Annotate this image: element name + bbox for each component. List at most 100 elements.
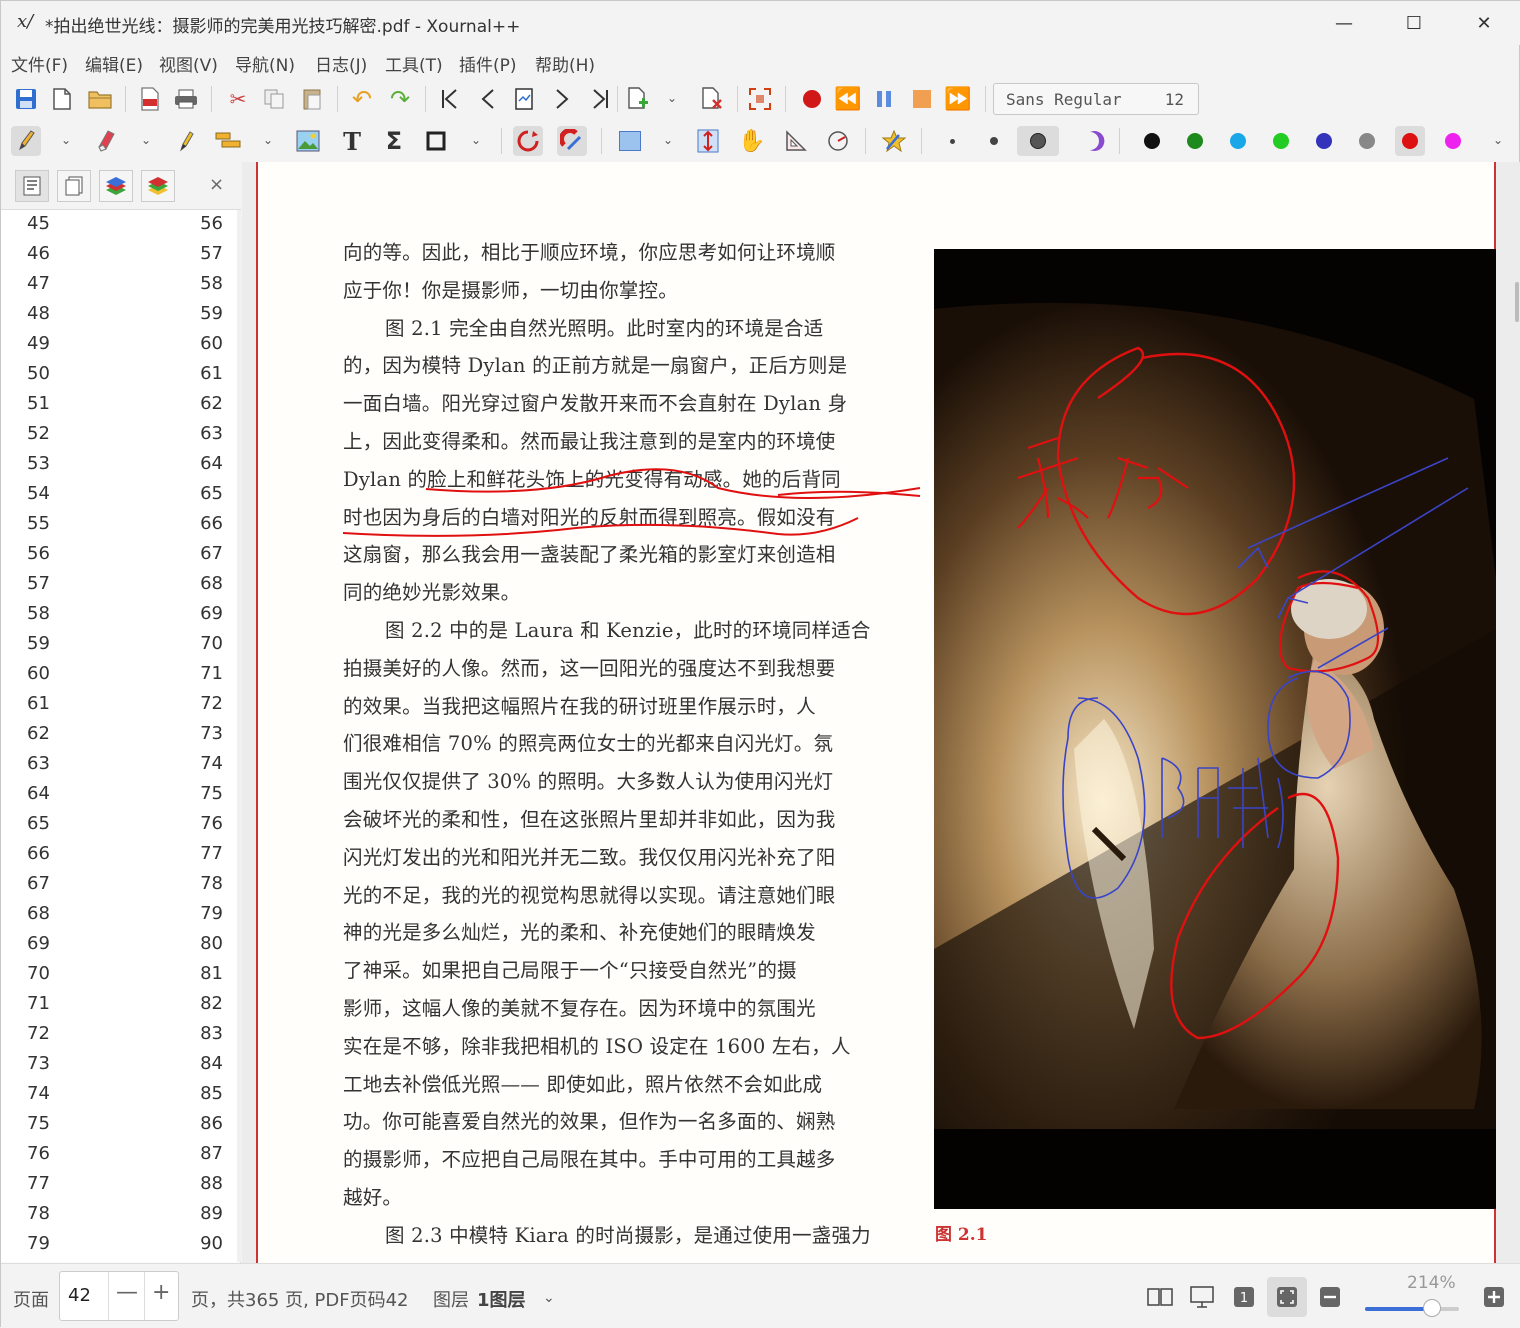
shape-rectangle-icon[interactable] xyxy=(421,126,451,156)
index-row[interactable]: 51 62 xyxy=(1,390,237,420)
zoom-slider[interactable] xyxy=(1365,1299,1459,1317)
redo-icon[interactable]: ↷ xyxy=(385,84,415,114)
chevron-down-icon[interactable]: ⌄ xyxy=(139,130,153,150)
paste-icon[interactable] xyxy=(297,84,327,114)
chevron-down-icon[interactable]: ⌄ xyxy=(261,130,275,150)
print-icon[interactable] xyxy=(171,84,201,114)
sidebar-scrollbar[interactable] xyxy=(237,210,241,1262)
color-swatch[interactable] xyxy=(1352,126,1382,156)
math-tex-icon[interactable]: Σ xyxy=(379,126,409,156)
save-icon[interactable] xyxy=(11,84,41,114)
index-row[interactable]: 56 67 xyxy=(1,540,237,570)
index-row[interactable]: 71 82 xyxy=(1,990,237,1020)
menu-file[interactable]: 文件(F) xyxy=(11,51,68,76)
image-icon[interactable] xyxy=(293,126,323,156)
select-rectangle-icon[interactable] xyxy=(615,126,645,156)
index-row[interactable]: 49 60 xyxy=(1,330,237,360)
chevron-down-icon[interactable]: ⌄ xyxy=(1491,130,1505,150)
presentation-icon[interactable] xyxy=(1187,1282,1217,1312)
chevron-down-icon[interactable]: ⌄ xyxy=(59,130,73,150)
eraser-icon[interactable] xyxy=(91,126,121,156)
chevron-down-icon[interactable]: ⌄ xyxy=(469,130,483,150)
index-row[interactable]: 62 73 xyxy=(1,720,237,750)
pen-icon[interactable] xyxy=(11,126,41,156)
next-page-icon[interactable] xyxy=(547,84,577,114)
page-increment-button[interactable]: + xyxy=(152,1280,170,1305)
index-row[interactable]: 52 63 xyxy=(1,420,237,450)
fast-forward-icon[interactable]: ⏩ xyxy=(943,84,973,114)
index-row[interactable]: 60 71 xyxy=(1,660,237,690)
layer-dropdown-icon[interactable]: ⌄ xyxy=(543,1290,555,1306)
insert-page-icon[interactable] xyxy=(623,84,653,114)
index-row[interactable]: 66 77 xyxy=(1,840,237,870)
index-row[interactable]: 79 90 xyxy=(1,1230,237,1260)
font-selector[interactable]: Sans Regular 12 xyxy=(993,83,1199,115)
goto-page-icon[interactable] xyxy=(509,84,539,114)
index-row[interactable]: 73 84 xyxy=(1,1050,237,1080)
zoom-slider-knob[interactable] xyxy=(1422,1299,1441,1317)
zoom-fit-icon[interactable] xyxy=(1267,1277,1307,1317)
index-row[interactable]: 54 65 xyxy=(1,480,237,510)
index-row[interactable]: 55 66 xyxy=(1,510,237,540)
index-row[interactable]: 76 87 xyxy=(1,1140,237,1170)
index-row[interactable]: 58 69 xyxy=(1,600,237,630)
color-swatch[interactable] xyxy=(1395,126,1425,156)
document-view[interactable]: 向的等。因此，相比于顺应环境，你应思考如何让环境顺 应于你！你是摄影师，一切由你掌… xyxy=(242,162,1520,1263)
menu-edit[interactable]: 编辑(E) xyxy=(85,51,143,76)
menu-tools[interactable]: 工具(T) xyxy=(385,51,443,76)
menu-navigation[interactable]: 导航(N) xyxy=(235,51,295,76)
color-swatch[interactable] xyxy=(1137,126,1167,156)
highlighter-icon[interactable] xyxy=(171,126,201,156)
page-number-spinner[interactable]: 42 — + xyxy=(59,1271,179,1321)
chevron-down-icon[interactable]: ⌄ xyxy=(665,88,679,108)
color-swatch[interactable] xyxy=(1180,126,1210,156)
chevron-down-icon[interactable]: ⌄ xyxy=(661,130,675,150)
cut-icon[interactable]: ✂ xyxy=(223,84,253,114)
export-pdf-icon[interactable] xyxy=(135,84,165,114)
index-row[interactable]: 78 89 xyxy=(1,1200,237,1230)
index-row[interactable]: 45 56 xyxy=(1,210,237,240)
index-row[interactable]: 47 58 xyxy=(1,270,237,300)
set-square-icon[interactable] xyxy=(781,126,811,156)
menu-plugin[interactable]: 插件(P) xyxy=(459,51,517,76)
index-row[interactable]: 50 61 xyxy=(1,360,237,390)
index-row[interactable]: 75 86 xyxy=(1,1110,237,1140)
index-row[interactable]: 59 70 xyxy=(1,630,237,660)
delete-page-icon[interactable] xyxy=(697,84,727,114)
last-page-icon[interactable] xyxy=(585,84,615,114)
pdf-page[interactable]: 向的等。因此，相比于顺应环境，你应思考如何让环境顺 应于你！你是摄影师，一切由你掌… xyxy=(256,162,1496,1263)
hand-icon[interactable]: ✋ xyxy=(737,126,767,156)
fine-thickness-icon[interactable] xyxy=(937,126,967,156)
fill-icon[interactable] xyxy=(1079,126,1109,156)
index-row[interactable]: 64 75 xyxy=(1,780,237,810)
stop-icon[interactable] xyxy=(907,84,937,114)
index-row[interactable]: 65 76 xyxy=(1,810,237,840)
index-row[interactable]: 53 64 xyxy=(1,450,237,480)
index-row[interactable]: 77 88 xyxy=(1,1170,237,1200)
pause-icon[interactable] xyxy=(869,84,899,114)
index-row[interactable]: 72 83 xyxy=(1,1020,237,1050)
page-index-icon[interactable] xyxy=(15,170,49,202)
index-row[interactable]: 74 85 xyxy=(1,1080,237,1110)
copy-icon[interactable] xyxy=(259,84,289,114)
index-row[interactable]: 68 79 xyxy=(1,900,237,930)
color-swatch[interactable] xyxy=(1223,126,1253,156)
page-preview-icon[interactable] xyxy=(57,170,91,202)
menu-journal[interactable]: 日志(J) xyxy=(315,51,367,76)
zoom-in-icon[interactable] xyxy=(1479,1282,1509,1312)
sidebar-close-button[interactable]: × xyxy=(209,174,224,195)
close-button[interactable]: ✕ xyxy=(1461,9,1507,39)
color-swatch[interactable] xyxy=(1309,126,1339,156)
color-swatch[interactable] xyxy=(1266,126,1296,156)
index-row[interactable]: 70 81 xyxy=(1,960,237,990)
default-tool-icon[interactable] xyxy=(879,126,909,156)
index-row[interactable]: 67 78 xyxy=(1,870,237,900)
layer-selector[interactable]: 1图层 xyxy=(477,1286,526,1312)
fullscreen-icon[interactable] xyxy=(745,84,775,114)
layer-stack-icon[interactable] xyxy=(141,170,175,202)
compass-icon[interactable] xyxy=(823,126,853,156)
two-page-icon[interactable] xyxy=(1145,1282,1175,1312)
index-row[interactable]: 69 80 xyxy=(1,930,237,960)
record-icon[interactable] xyxy=(797,84,827,114)
page-decrement-button[interactable]: — xyxy=(116,1280,138,1305)
